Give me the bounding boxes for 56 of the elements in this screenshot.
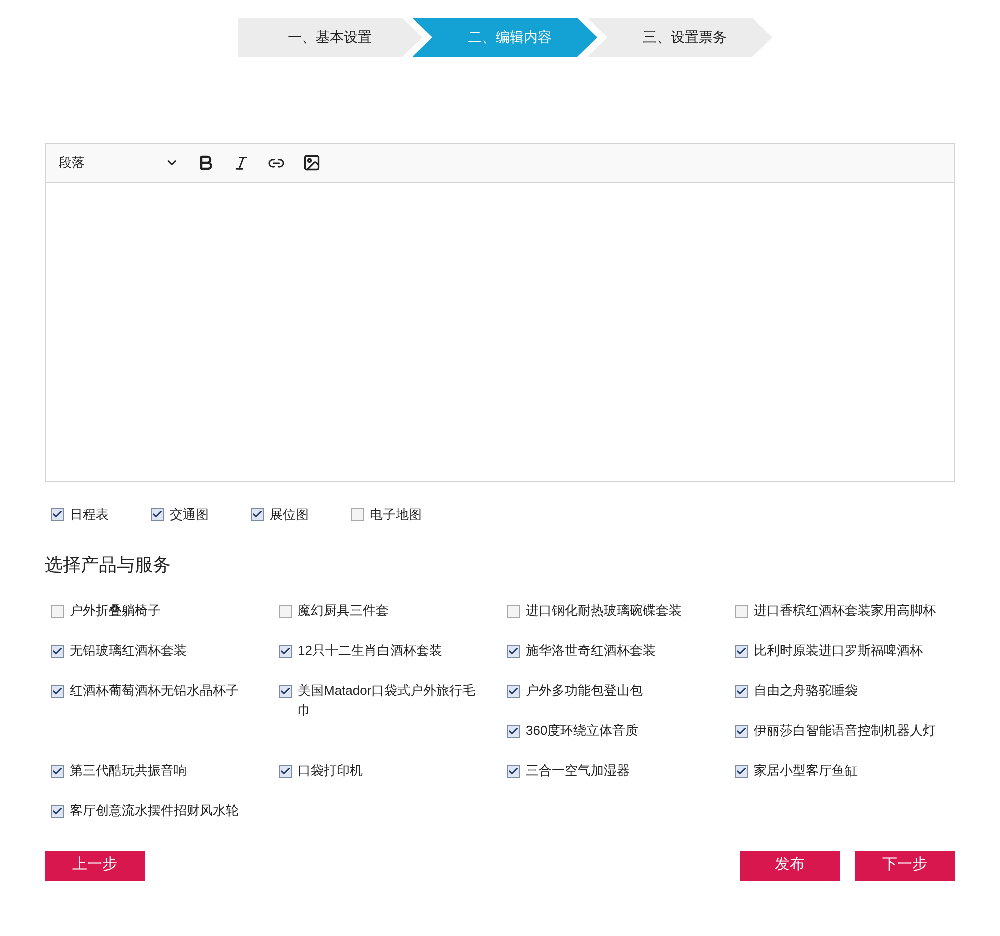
checkbox-label: 日程表 [70,506,109,524]
step-tab[interactable]: 一、基本设置 [238,18,422,57]
previous-step-button[interactable]: 上一步 [45,850,145,880]
checkbox[interactable] [507,724,520,738]
checkbox-label: 红酒杯葡萄酒杯无铅水晶杯子 [70,682,239,700]
checkbox[interactable] [279,644,292,658]
checkbox-label: 电子地图 [370,506,422,524]
checkbox[interactable] [279,604,292,618]
format-select[interactable]: 段落 [59,153,179,173]
checkbox[interactable] [351,508,364,522]
checkbox[interactable] [51,764,64,778]
checkbox[interactable] [507,764,520,778]
checkbox[interactable] [51,644,64,658]
checkbox[interactable] [279,684,292,698]
checkbox-label: 客厅创意流水摆件招财风水轮 [70,802,239,820]
checkbox-label: 无铅玻璃红酒杯套装 [70,642,187,660]
checkbox-label: 自由之舟骆驼睡袋 [754,682,858,700]
checkbox[interactable] [735,604,748,618]
checkbox[interactable] [251,508,264,522]
checkbox-label: 伊丽莎白智能语音控制机器人灯 [754,722,936,740]
checkbox-label: 比利时原装进口罗斯福啤酒杯 [754,642,923,660]
checkbox-label: 进口钢化耐热玻璃碗碟套装 [526,602,682,620]
checkbox[interactable] [507,604,520,618]
checkbox-label: 展位图 [270,506,309,524]
checkbox[interactable] [735,684,748,698]
publish-button[interactable]: 发布 [740,850,840,880]
checkbox[interactable] [151,508,164,522]
checkbox-label: 施华洛世奇红酒杯套装 [526,642,656,660]
checkbox-label: 家居小型客厅鱼缸 [754,762,858,780]
checkbox-label: 魔幻厨具三件套 [298,602,389,620]
checkbox-label: 交通图 [170,506,209,524]
checkbox[interactable] [507,684,520,698]
step-tab[interactable]: 三、设置票务 [588,18,772,57]
section-title: 选择产品与服务 [45,554,172,576]
checkbox-label: 美国Matador口袋式户外旅行毛巾 [298,682,477,720]
checkbox[interactable] [51,508,64,522]
checkbox-label: 口袋打印机 [298,762,363,780]
checkbox-label: 户外折叠躺椅子 [70,602,161,620]
checkbox[interactable] [51,684,64,698]
checkbox-label: 12只十二生肖白酒杯套装 [298,642,442,660]
checkbox[interactable] [735,724,748,738]
checkbox-label: 360度环绕立体音质 [526,722,639,740]
checkbox[interactable] [51,804,64,818]
checkbox-label: 户外多功能包登山包 [526,682,643,700]
checkbox-label: 进口香槟红酒杯套装家用高脚杯 [754,602,936,620]
checkbox[interactable] [507,644,520,658]
image-icon[interactable] [303,154,321,172]
checkbox[interactable] [279,764,292,778]
checkbox[interactable] [735,644,748,658]
checkbox[interactable] [51,604,64,618]
next-step-button[interactable]: 下一步 [855,850,955,880]
checkbox[interactable] [735,764,748,778]
italic-icon[interactable] [233,154,250,172]
checkbox-label: 第三代酷玩共振音响 [70,762,187,780]
checkbox-label: 三合一空气加湿器 [526,762,630,780]
step-tab[interactable]: 二、编辑内容 [412,18,598,57]
